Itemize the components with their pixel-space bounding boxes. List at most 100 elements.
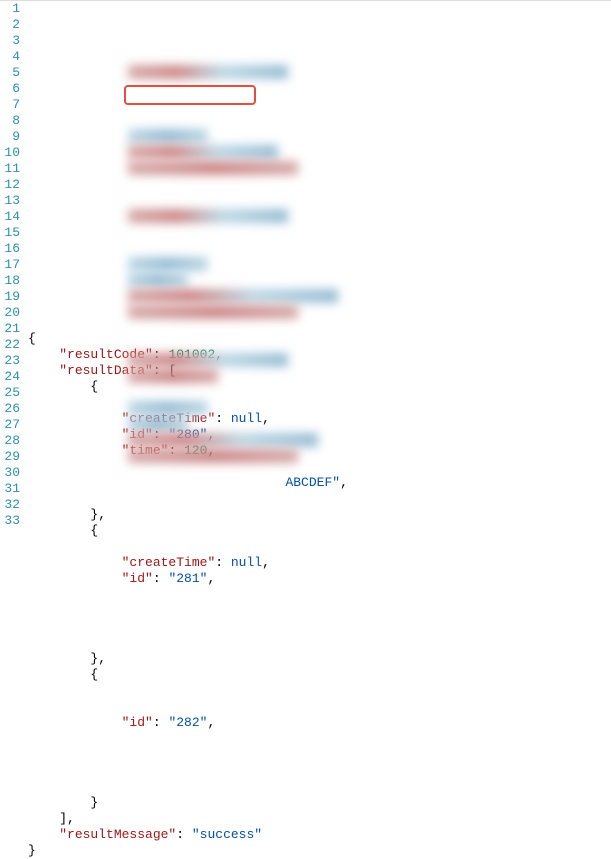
blur-redaction xyxy=(128,209,288,223)
blur-redaction xyxy=(128,353,288,367)
line-number: 4 xyxy=(0,49,22,65)
code-line[interactable]: "id": "282", xyxy=(28,715,611,731)
code-line[interactable]: } xyxy=(28,795,611,811)
token-punct: ], xyxy=(59,811,75,826)
highlight-rectangle xyxy=(124,85,256,105)
code-line[interactable]: "id": "281", xyxy=(28,571,611,587)
code-line[interactable]: "time": 120, xyxy=(28,443,611,459)
line-number: 13 xyxy=(0,193,22,209)
token-punct: : xyxy=(176,827,192,842)
code-line[interactable] xyxy=(28,699,611,715)
token-punct: : xyxy=(215,411,231,426)
token-punct: , xyxy=(262,555,270,570)
blur-redaction xyxy=(128,289,338,303)
token-punct: , xyxy=(207,571,215,586)
token-null: null xyxy=(231,411,262,426)
token-null: null xyxy=(231,555,262,570)
token-punct: : xyxy=(153,571,169,586)
line-number: 30 xyxy=(0,465,22,481)
code-line[interactable] xyxy=(28,395,611,411)
blur-redaction xyxy=(128,369,218,383)
code-line[interactable] xyxy=(28,539,611,555)
line-number: 1 xyxy=(0,1,22,17)
line-number: 8 xyxy=(0,113,22,129)
code-line[interactable] xyxy=(28,619,611,635)
blur-redaction xyxy=(128,401,208,415)
code-line[interactable]: "id": "280", xyxy=(28,427,611,443)
line-number: 6 xyxy=(0,81,22,97)
line-number: 21 xyxy=(0,321,22,337)
line-number: 15 xyxy=(0,225,22,241)
token-punct: { xyxy=(90,379,98,394)
code-line[interactable]: ABCDEF", xyxy=(28,475,611,491)
token-punct: , xyxy=(340,475,348,490)
line-number: 23 xyxy=(0,353,22,369)
line-number: 9 xyxy=(0,129,22,145)
token-punct: : xyxy=(215,555,231,570)
code-line[interactable]: { xyxy=(28,523,611,539)
line-number: 20 xyxy=(0,305,22,321)
line-number: 27 xyxy=(0,417,22,433)
line-number: 5 xyxy=(0,65,22,81)
code-line[interactable]: ], xyxy=(28,811,611,827)
blur-redaction xyxy=(128,449,298,463)
code-line[interactable]: "resultMessage": "success" xyxy=(28,827,611,843)
code-line[interactable]: "createTime": null, xyxy=(28,411,611,427)
code-line[interactable]: { xyxy=(28,331,611,347)
line-number: 16 xyxy=(0,241,22,257)
line-number: 31 xyxy=(0,481,22,497)
token-string: "success" xyxy=(192,827,262,842)
code-line[interactable]: { xyxy=(28,379,611,395)
token-punct: { xyxy=(28,331,36,346)
code-line[interactable] xyxy=(28,747,611,763)
code-line[interactable]: "createTime": null, xyxy=(28,555,611,571)
blur-redaction xyxy=(128,145,278,159)
code-line[interactable] xyxy=(28,587,611,603)
code-line[interactable]: }, xyxy=(28,507,611,523)
line-number: 32 xyxy=(0,497,22,513)
code-line[interactable] xyxy=(28,603,611,619)
token-string: ABCDEF" xyxy=(122,475,340,490)
line-number: 24 xyxy=(0,369,22,385)
token-punct: }, xyxy=(90,507,106,522)
code-line[interactable]: "resultData": [ xyxy=(28,363,611,379)
code-area[interactable]: { "resultCode": 101002, "resultData": [ … xyxy=(28,1,611,536)
code-line[interactable] xyxy=(28,763,611,779)
code-line[interactable]: } xyxy=(28,843,611,859)
code-line[interactable] xyxy=(28,779,611,795)
line-number: 11 xyxy=(0,161,22,177)
code-line[interactable] xyxy=(28,459,611,475)
code-line[interactable] xyxy=(28,635,611,651)
token-punct: { xyxy=(90,667,98,682)
token-key: "createTime" xyxy=(122,555,216,570)
code-line[interactable]: }, xyxy=(28,651,611,667)
line-number: 14 xyxy=(0,209,22,225)
line-number: 10 xyxy=(0,145,22,161)
token-string: "282" xyxy=(168,715,207,730)
line-number: 19 xyxy=(0,289,22,305)
code-line[interactable] xyxy=(28,491,611,507)
line-number: 29 xyxy=(0,449,22,465)
line-number: 25 xyxy=(0,385,22,401)
code-line[interactable]: "resultCode": 101002, xyxy=(28,347,611,363)
code-line[interactable] xyxy=(28,683,611,699)
code-line[interactable] xyxy=(28,731,611,747)
token-punct: , xyxy=(262,411,270,426)
line-gutter: 1234567891011121314151617181920212223242… xyxy=(0,1,28,536)
code-line[interactable]: { xyxy=(28,667,611,683)
json-editor: 1234567891011121314151617181920212223242… xyxy=(0,1,611,536)
line-number: 33 xyxy=(0,513,22,529)
blur-redaction xyxy=(128,65,288,79)
line-number: 18 xyxy=(0,273,22,289)
line-number: 12 xyxy=(0,177,22,193)
line-number: 3 xyxy=(0,33,22,49)
blur-redaction xyxy=(128,433,318,447)
token-punct: } xyxy=(90,795,98,810)
line-number: 7 xyxy=(0,97,22,113)
token-punct: }, xyxy=(90,651,106,666)
blur-redaction xyxy=(128,257,208,271)
line-number: 22 xyxy=(0,337,22,353)
token-punct: } xyxy=(28,843,36,858)
blur-redaction xyxy=(128,305,298,319)
blur-redaction xyxy=(128,129,208,143)
